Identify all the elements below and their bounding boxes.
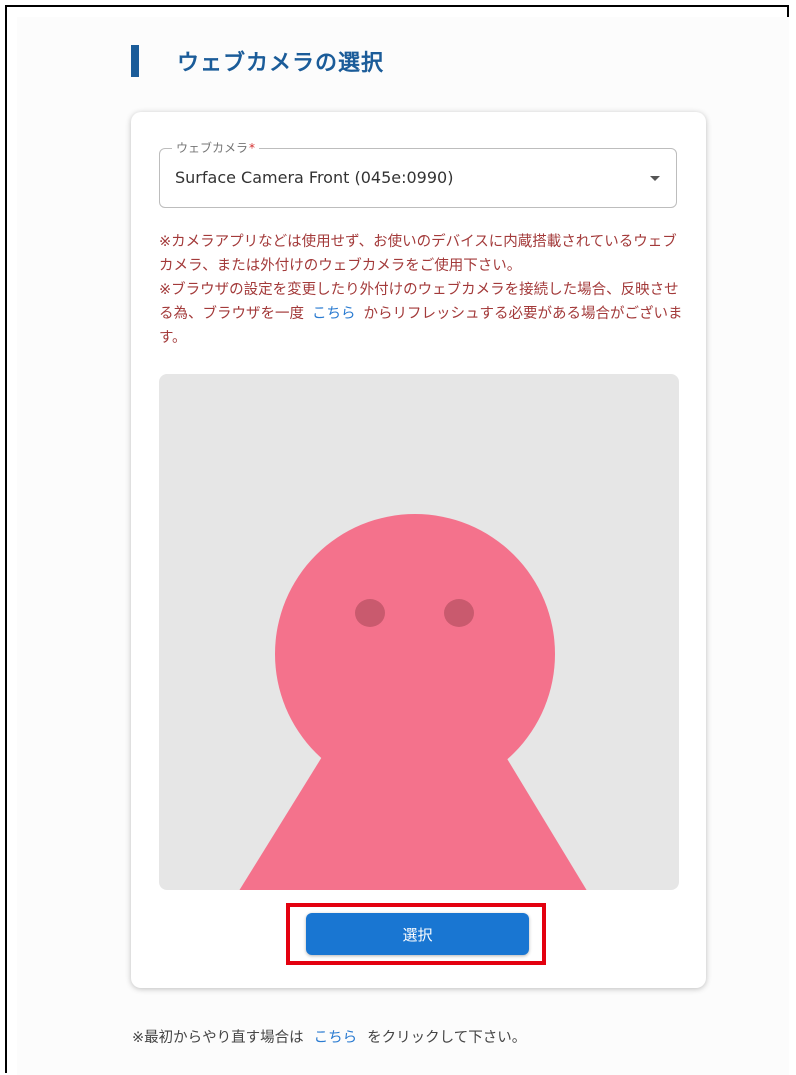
camera-select-value: Surface Camera Front (045e:0990)	[175, 168, 454, 187]
caret-down-icon	[650, 176, 660, 181]
notice-line-1: ※カメラアプリなどは使用せず、お使いのデバイスに内蔵搭載されているウェブカメラ、…	[159, 234, 677, 274]
footer-text-end: をクリックして下さい。	[367, 1030, 527, 1046]
silhouette-left-eye	[355, 599, 385, 627]
restart-link[interactable]: こちら	[314, 1030, 358, 1046]
person-silhouette-icon	[239, 514, 587, 890]
notice-line-2: ※ブラウザの設定を変更したり外付けのウェブカメラを接続した場合、反映させる為、ブ…	[159, 278, 689, 350]
heading-accent-bar	[131, 45, 139, 77]
camera-select-label-text: ウェブカメラ	[176, 141, 249, 155]
highlight-box	[286, 903, 546, 965]
notice-text: ※カメラアプリなどは使用せず、お使いのデバイスに内蔵搭載されているウェブカメラ、…	[159, 230, 689, 350]
silhouette-head	[275, 514, 555, 794]
refresh-link[interactable]: こちら	[312, 306, 356, 322]
camera-select[interactable]: ウェブカメラ* Surface Camera Front (045e:0990)	[159, 139, 677, 208]
footer-text: ※最初からやり直す場合は こちら をクリックして下さい。	[132, 1026, 526, 1047]
camera-preview	[159, 374, 679, 890]
silhouette-right-eye	[444, 599, 474, 627]
page-title: ウェブカメラの選択	[177, 51, 385, 76]
camera-select-label: ウェブカメラ*	[172, 139, 260, 156]
camera-card: ウェブカメラ* Surface Camera Front (045e:0990)…	[131, 112, 706, 988]
required-mark: *	[249, 141, 256, 155]
section-heading: ウェブカメラの選択	[131, 44, 384, 78]
footer-text-start: ※最初からやり直す場合は	[132, 1030, 304, 1046]
